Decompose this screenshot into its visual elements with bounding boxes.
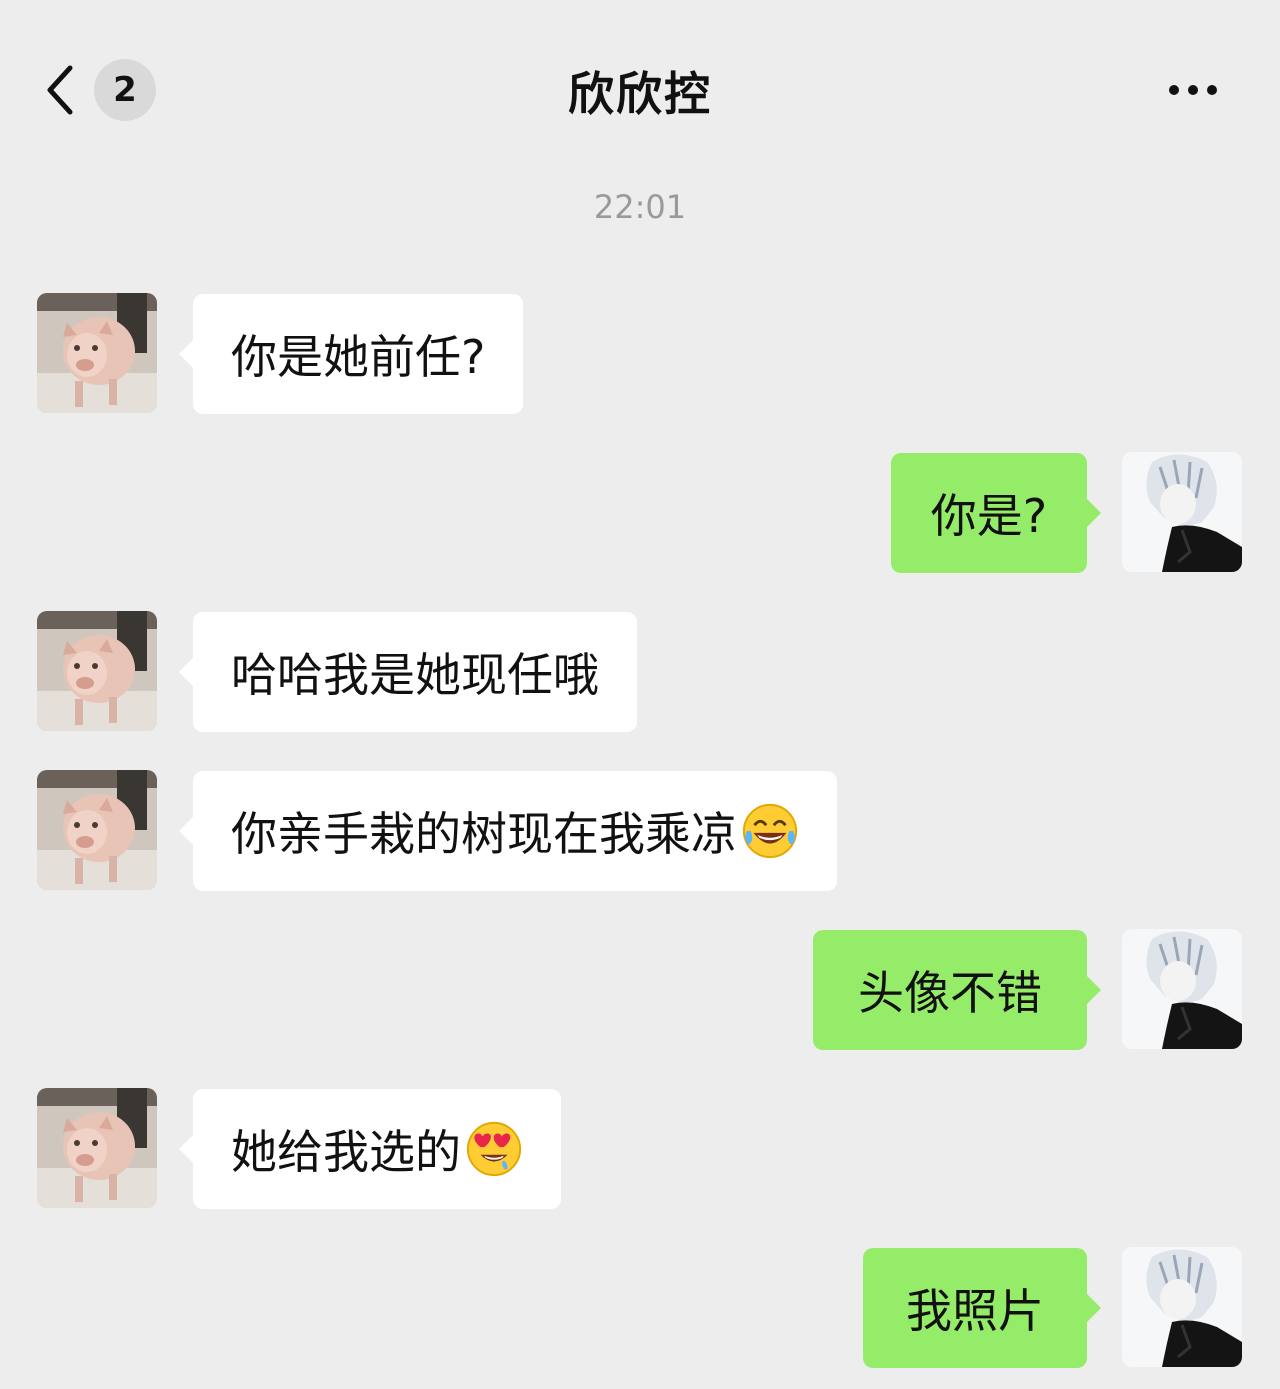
message-timestamp: 22:01 <box>593 188 687 226</box>
message-text: 头像不错 <box>858 966 1042 1020</box>
pig-avatar-icon <box>37 1088 157 1208</box>
anime-avatar-icon <box>1122 452 1242 572</box>
incoming-message[interactable]: 哈哈我是她现任哦 <box>179 612 637 732</box>
incoming-message[interactable]: 你是她前任? <box>178 294 524 414</box>
contact-avatar[interactable] <box>37 293 157 413</box>
self-avatar[interactable] <box>1122 1247 1242 1367</box>
more-horizontal-icon <box>1160 85 1230 114</box>
self-avatar[interactable] <box>1122 929 1242 1049</box>
incoming-message[interactable]: 你亲手栽的树现在我乘凉 <box>179 771 837 891</box>
message-text: 你亲手栽的树现在我乘凉 <box>231 807 737 861</box>
message-text: 她给我选的 <box>231 1125 461 1179</box>
message-text: 你是她前任? <box>231 330 486 384</box>
chat-header: 2 欣欣控 <box>0 0 1280 180</box>
anime-avatar-icon <box>1122 929 1242 1049</box>
self-avatar[interactable] <box>1122 452 1242 572</box>
outgoing-message[interactable]: 头像不错 <box>813 930 1101 1050</box>
tears-of-joy-emoji-icon <box>741 802 799 860</box>
contact-avatar[interactable] <box>37 611 157 731</box>
heart-eyes-drooling-emoji-icon <box>465 1120 523 1178</box>
pig-avatar-icon <box>37 293 157 413</box>
contact-avatar[interactable] <box>37 1088 157 1208</box>
anime-avatar-icon <box>1122 1247 1242 1367</box>
message-text: 哈哈我是她现任哦 <box>231 648 599 702</box>
more-options-button[interactable] <box>1160 70 1230 110</box>
chat-title: 欣欣控 <box>568 67 712 121</box>
pig-avatar-icon <box>37 611 157 731</box>
message-text: 我照片 <box>906 1284 1044 1338</box>
contact-avatar[interactable] <box>37 770 157 890</box>
pig-avatar-icon <box>37 770 157 890</box>
incoming-message[interactable]: 她给我选的 <box>179 1089 561 1209</box>
outgoing-message[interactable]: 你是? <box>891 453 1101 573</box>
message-text: 你是? <box>930 489 1048 543</box>
outgoing-message[interactable]: 我照片 <box>863 1248 1101 1368</box>
